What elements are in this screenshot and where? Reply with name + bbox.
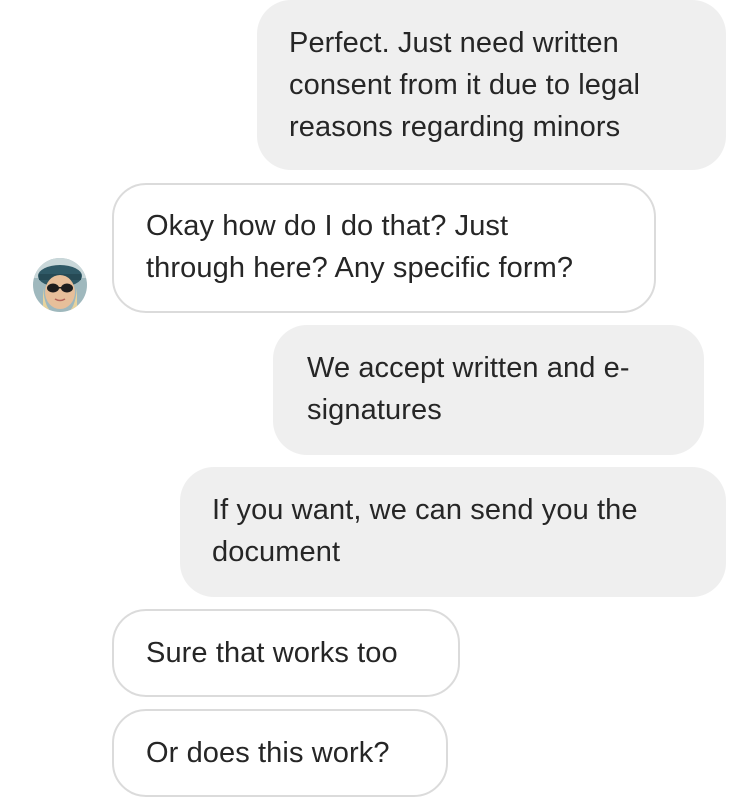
outgoing-message-bubble[interactable]: If you want, we can send you the documen…: [180, 467, 726, 597]
incoming-message-bubble[interactable]: Sure that works too: [112, 609, 460, 697]
incoming-message-bubble[interactable]: Okay how do I do that? Just through here…: [112, 183, 656, 313]
outgoing-message-bubble[interactable]: Perfect. Just need written consent from …: [257, 0, 726, 170]
contact-avatar[interactable]: [33, 258, 87, 312]
user-avatar-icon: [33, 258, 87, 312]
incoming-message-bubble[interactable]: Or does this work?: [112, 709, 448, 797]
message-thread: Perfect. Just need written consent from …: [0, 0, 749, 810]
outgoing-message-bubble[interactable]: We accept written and e- signatures: [273, 325, 704, 455]
